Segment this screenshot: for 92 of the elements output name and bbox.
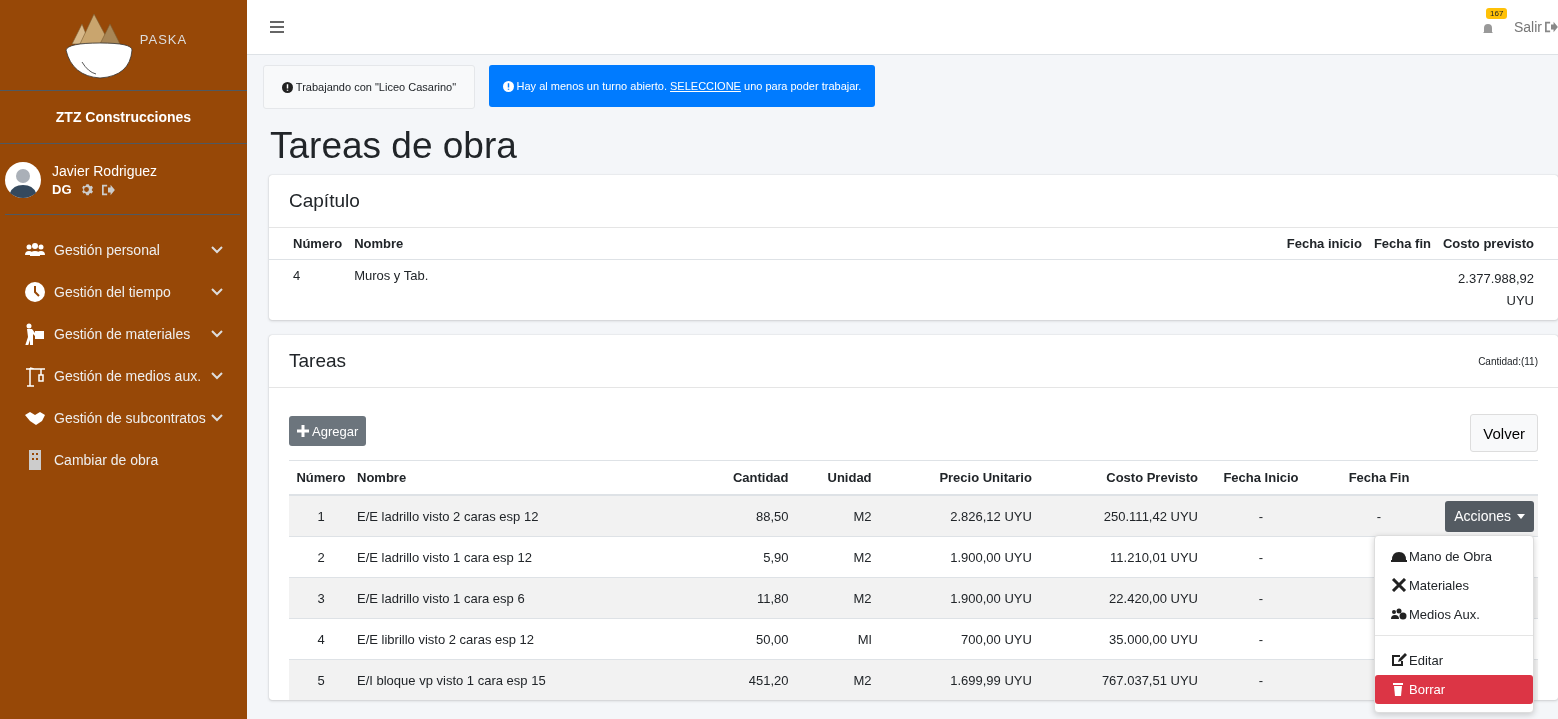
table-cell: - — [1258, 672, 1264, 688]
table-cell: 767.037,51 UYU — [1101, 672, 1198, 688]
column-header: Número — [269, 228, 349, 260]
person-carrying-box-icon — [24, 323, 46, 345]
sidebar-item[interactable]: Gestión de medios aux. — [0, 355, 247, 397]
user-role: DG — [52, 182, 72, 197]
table-cell: - — [1258, 508, 1264, 524]
column-header: Fecha inicio — [1280, 228, 1368, 260]
column-header: Costo previsto — [1437, 228, 1558, 260]
table-cell: 22.420,00 UYU — [1109, 590, 1198, 606]
table-cell: 1 — [317, 508, 325, 524]
chevron-down-icon — [211, 246, 223, 254]
notification-badge: 167 — [1486, 7, 1508, 19]
sidebar-item[interactable]: Cambiar de obra — [0, 439, 247, 481]
menu-icon[interactable] — [270, 21, 284, 33]
column-header: Fecha fin — [1367, 228, 1437, 260]
column-header: Nombre — [348, 228, 1281, 260]
table-cell: 4 — [293, 268, 301, 283]
gears-icon — [1391, 607, 1407, 621]
table-cell: - — [1258, 590, 1264, 606]
table-cell: 5 — [317, 672, 325, 688]
table-cell: 5,90 — [763, 549, 789, 565]
table-cell: M2 — [853, 590, 872, 606]
brand-name: PASKA — [139, 31, 188, 47]
table-cell: - — [1376, 508, 1382, 524]
tools-icon — [1391, 578, 1407, 592]
clock-icon — [24, 281, 46, 303]
chevron-down-icon — [211, 288, 223, 296]
sidebar-item[interactable]: Gestión de materiales — [0, 313, 247, 355]
chevron-down-icon — [211, 414, 223, 422]
chevron-down-icon — [211, 372, 223, 380]
card-title: Tareas — [289, 350, 347, 372]
menu-item[interactable]: Editar — [1375, 645, 1533, 675]
table-cell: 2.826,12 UYU — [950, 508, 1032, 524]
logout-icon — [1544, 21, 1558, 33]
card-title: Capítulo — [289, 190, 360, 212]
table-cell: 451,20 — [748, 672, 789, 688]
table-cell: - — [1258, 549, 1264, 565]
menu-item[interactable]: Medios Aux. — [1375, 599, 1533, 629]
alert-text: Trabajando con "Liceo Casarino" — [295, 81, 457, 93]
table-cell: 1.699,99 UYU — [950, 672, 1032, 688]
logout-icon[interactable] — [100, 183, 115, 196]
exclamation-icon — [502, 80, 514, 92]
page-title: Tareas de obra — [270, 125, 518, 167]
table-cell: E/I bloque vp visto 1 cara esp 15 — [357, 672, 546, 688]
table-cell: E/E ladrillo visto 1 cara esp 12 — [357, 549, 532, 565]
table-cell: E/E librillo visto 2 caras esp 12 — [357, 631, 535, 647]
table-cell: Muros y Tab. — [354, 268, 429, 283]
table-cell: 2.377.988,92 UYU — [1458, 271, 1534, 308]
task-count: Cantidad:(11) — [1478, 355, 1538, 367]
logout-link[interactable]: Salir — [1514, 19, 1558, 35]
back-button[interactable]: Volver — [1470, 414, 1538, 452]
table-cell: 3 — [317, 590, 325, 606]
crane-icon — [24, 365, 46, 387]
table-cell: 250.111,42 UYU — [1103, 508, 1198, 524]
edit-icon — [1391, 653, 1407, 667]
table-cell: M2 — [853, 508, 872, 524]
sidebar-item[interactable]: Gestión personal — [0, 229, 247, 271]
table-cell: E/E ladrillo visto 2 caras esp 12 — [357, 508, 539, 524]
table-cell: M2 — [853, 672, 872, 688]
table-cell: 11.210,01 UYU — [1110, 549, 1198, 565]
table-cell: 700,00 UYU — [961, 631, 1032, 647]
menu-item[interactable]: Borrar — [1375, 674, 1533, 704]
helmet-icon — [1391, 549, 1407, 563]
table-cell: 4 — [317, 631, 325, 647]
avatar-icon — [5, 162, 41, 198]
table-cell: 88,50 — [755, 508, 789, 524]
menu-item[interactable]: Mano de Obra — [1375, 541, 1533, 571]
table-cell: E/E ladrillo visto 1 cara esp 6 — [357, 590, 525, 606]
table-cell: 2 — [317, 549, 325, 565]
add-button[interactable]: Agregar — [289, 416, 367, 446]
actions-button[interactable]: Acciones — [1445, 500, 1534, 532]
sidebar-item[interactable]: Gestión del tiempo — [0, 271, 247, 313]
user-name: Javier Rodriguez — [52, 163, 158, 179]
chevron-down-icon — [211, 330, 223, 338]
table-cell: 35.000,00 UYU — [1109, 631, 1198, 647]
alert-text: Hay al menos un turno abierto. SELECCIONE uno para poder trabajar. — [516, 80, 862, 92]
select-link[interactable]: SELECCIONE — [670, 80, 741, 92]
table-cell: 50,00 — [755, 631, 789, 647]
plus-icon — [297, 425, 309, 437]
menu-item[interactable]: Materiales — [1375, 570, 1533, 600]
exclamation-icon — [281, 81, 293, 93]
table-cell: 1.900,00 UYU — [950, 590, 1032, 606]
sidebar-item[interactable]: Gestión de subcontratos — [0, 397, 247, 439]
table-cell: - — [1258, 631, 1264, 647]
settings-icon[interactable] — [79, 183, 93, 196]
table-cell: 1.900,00 UYU — [950, 549, 1032, 565]
table-cell: Ml — [857, 631, 872, 647]
table-cell: 11,80 — [756, 590, 789, 606]
bell-icon[interactable] — [1482, 21, 1494, 36]
caret-icon — [1517, 513, 1525, 519]
table-cell: M2 — [853, 549, 872, 565]
